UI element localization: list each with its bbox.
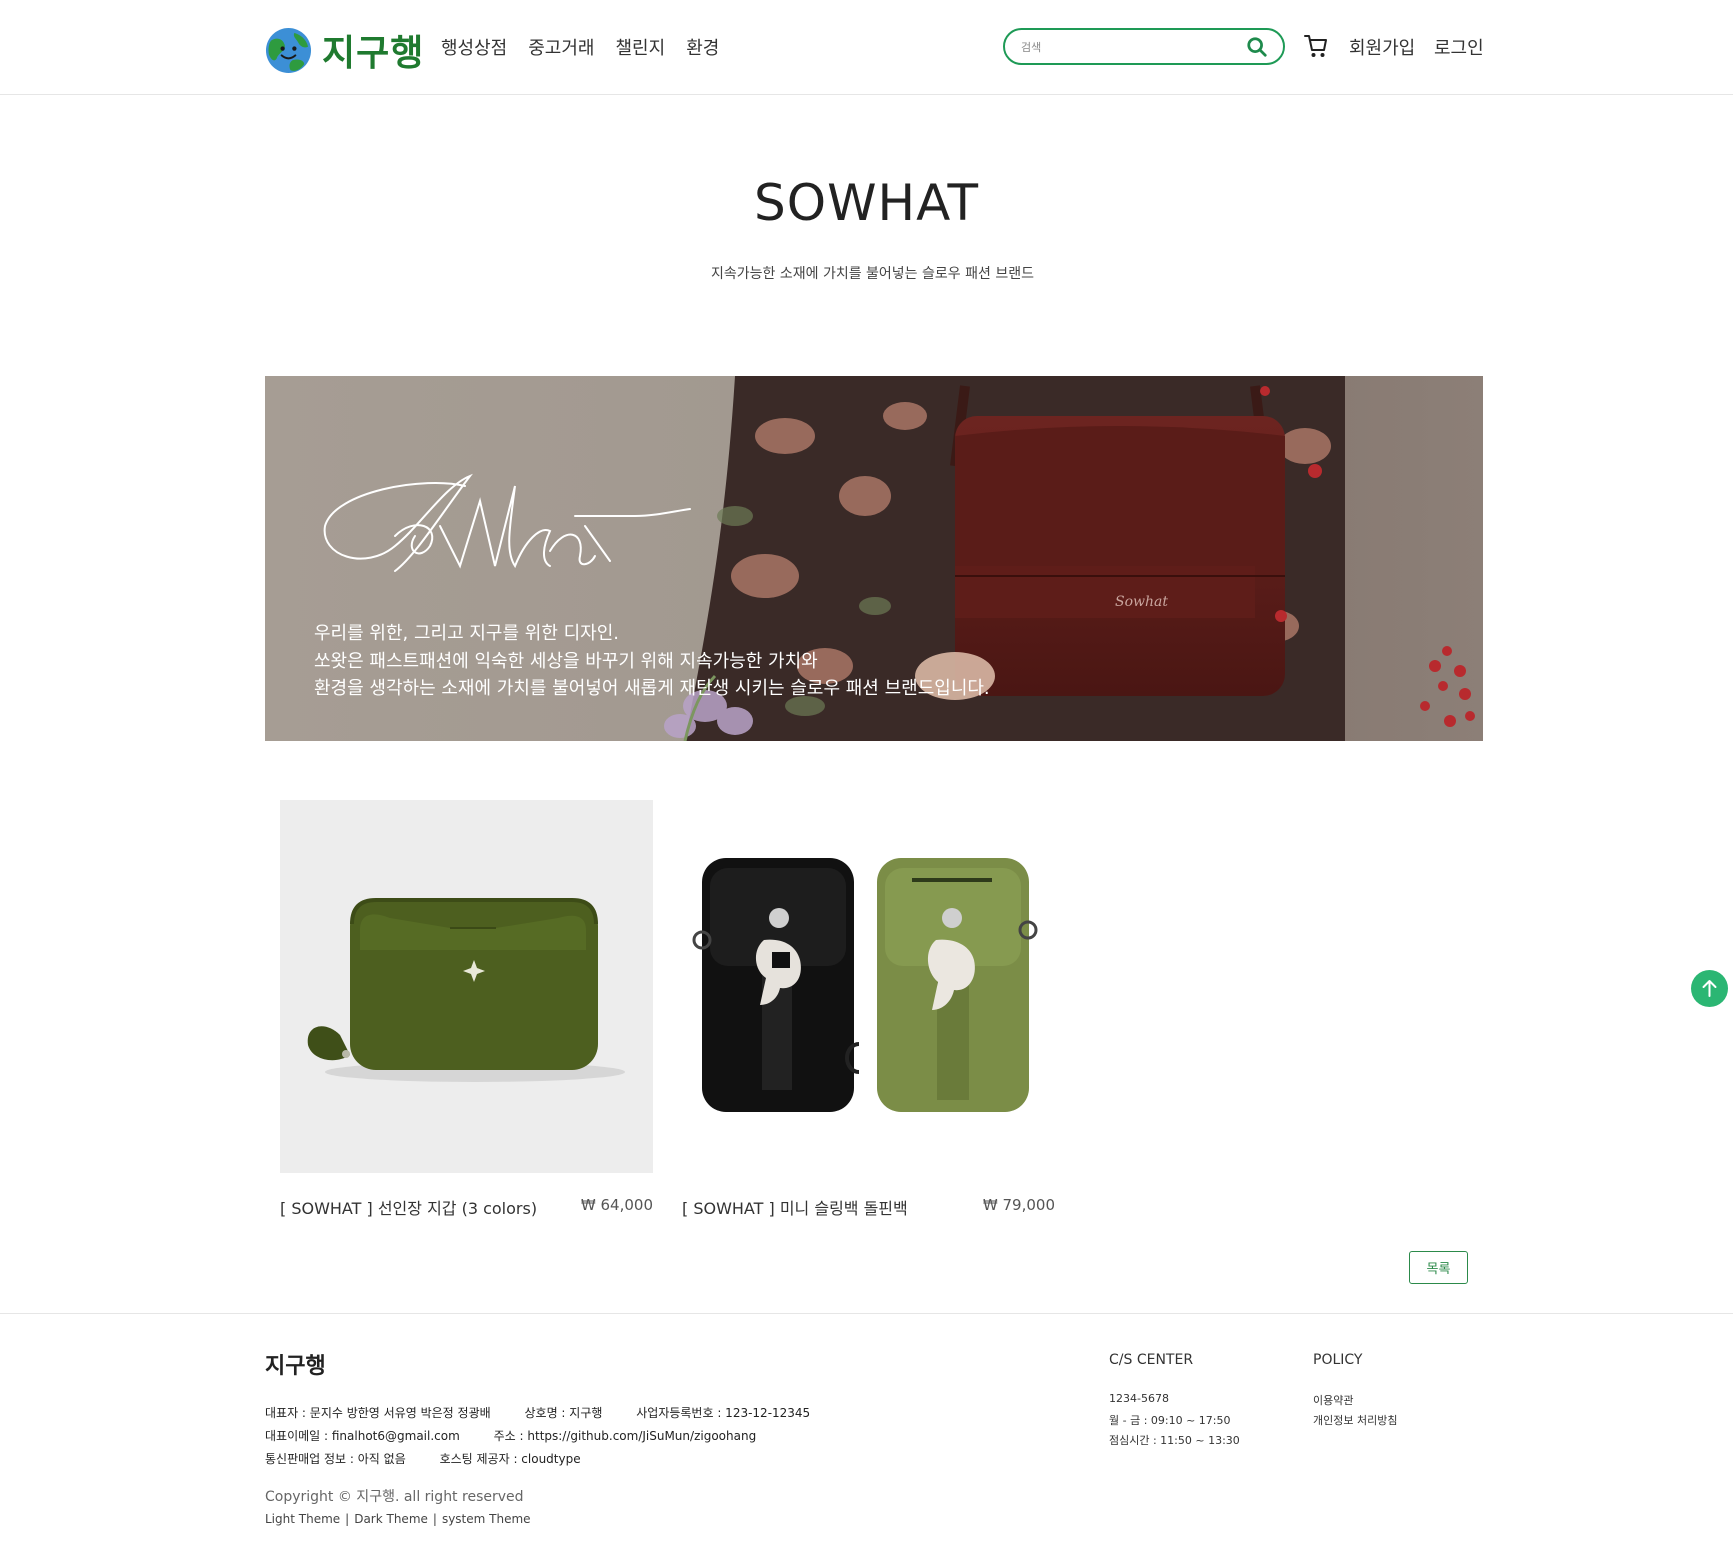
privacy-link[interactable]: 개인정보 처리방침 <box>1313 1412 1397 1428</box>
footer-address: 주소 : https://github.com/JiSuMun/zigoohan… <box>493 1429 757 1443</box>
banner-line: 쏘왓은 패스트패션에 익숙한 세상을 바꾸기 위해 지속가능한 가치와 <box>314 650 818 672</box>
footer-brand: 지구행 <box>265 1354 326 1379</box>
cart-icon[interactable] <box>1304 33 1328 59</box>
slingbag-image <box>682 800 1055 1173</box>
search-input[interactable] <box>1021 37 1241 57</box>
footer-info-row: 통신판매업 정보 : 아직 없음 호스팅 제공자 : cloudtype <box>265 1450 611 1467</box>
footer-telecom-info: 통신판매업 정보 : 아직 없음 <box>265 1452 406 1466</box>
svg-text:Sowhat: Sowhat <box>1115 594 1168 610</box>
footer-hosting: 호스팅 제공자 : cloudtype <box>439 1452 581 1466</box>
wallet-image <box>280 800 653 1173</box>
cs-phone: 1234-5678 <box>1109 1392 1169 1405</box>
terms-link[interactable]: 이용약관 <box>1313 1392 1353 1408</box>
footer-copyright: Copyright © 지구행. all right reserved <box>265 1489 524 1505</box>
search-box <box>1003 28 1285 65</box>
scroll-top-button[interactable] <box>1691 970 1728 1007</box>
nav-item-planet-shop[interactable]: 행성상점 <box>441 34 507 60</box>
nav-item-used-trade[interactable]: 중고거래 <box>528 34 594 60</box>
nav-item-environment[interactable]: 환경 <box>686 34 719 60</box>
brand-title: SOWHAT <box>754 174 979 232</box>
product-price: ₩ 79,000 <box>982 1196 1055 1214</box>
product-image-slingbag[interactable] <box>682 800 1055 1173</box>
product-price: ₩ 64,000 <box>580 1196 653 1214</box>
signup-link[interactable]: 회원가입 <box>1349 34 1415 60</box>
brand-subtitle: 지속가능한 소재에 가치를 불어넣는 슬로우 패션 브랜드 <box>711 266 1034 282</box>
nav-item-challenge[interactable]: 챌린지 <box>616 34 666 60</box>
footer-representatives: 대표자 : 문지수 방한영 서유영 박은정 정광배 <box>265 1406 491 1420</box>
banner-line: 환경을 생각하는 소재에 가치를 불어넣어 새롭게 재탄생 시키는 슬로우 패션… <box>314 678 990 699</box>
policy-title: POLICY <box>1313 1352 1363 1368</box>
footer-business-number: 사업자등록번호 : 123-12-12345 <box>636 1406 811 1420</box>
main-nav: 행성상점 중고거래 챌린지 환경 <box>441 34 740 60</box>
login-link[interactable]: 로그인 <box>1434 34 1484 60</box>
product-name: [ SOWHAT ] 선인장 지갑 (3 colors) <box>280 1199 538 1218</box>
footer-email: 대표이메일 : finalhot6@gmail.com <box>265 1429 460 1443</box>
cs-hours: 월 - 금 : 09:10 ~ 17:50 <box>1109 1414 1231 1427</box>
footer-info-row: 대표자 : 문지수 방한영 서유영 박은정 정광배 상호명 : 지구행 사업자등… <box>265 1404 840 1421</box>
site-header: 지구행 행성상점 중고거래 챌린지 환경 회원가입 로그인 <box>0 0 1733 95</box>
logo-text: 지구행 <box>322 33 425 74</box>
site-footer: 지구행 대표자 : 문지수 방한영 서유영 박은정 정광배 상호명 : 지구행 … <box>0 1313 1733 1566</box>
cs-lunch: 점심시간 : 11:50 ~ 13:30 <box>1109 1434 1240 1447</box>
product-image-wallet[interactable] <box>280 800 653 1173</box>
cs-center-title: C/S CENTER <box>1109 1352 1194 1368</box>
search-icon[interactable] <box>1246 36 1268 58</box>
light-theme-link[interactable]: Light Theme <box>265 1512 340 1526</box>
product-name: [ SOWHAT ] 미니 슬링백 돌핀백 <box>682 1199 908 1218</box>
banner-description: 우리를 위한, 그리고 지구를 위한 디자인. 쏘왓은 패스트패션에 익숙한 세… <box>314 620 990 703</box>
system-theme-link[interactable]: system Theme <box>442 1512 531 1526</box>
list-button[interactable]: 목록 <box>1409 1251 1468 1284</box>
globe-icon <box>265 27 312 73</box>
banner-line: 우리를 위한, 그리고 지구를 위한 디자인. <box>314 623 620 644</box>
footer-info-row: 대표이메일 : finalhot6@gmail.com 주소 : https:/… <box>265 1427 786 1444</box>
dark-theme-link[interactable]: Dark Theme <box>354 1512 428 1526</box>
arrow-up-icon <box>1702 980 1717 997</box>
theme-switcher: Light Theme | Dark Theme | system Theme <box>265 1512 531 1526</box>
brand-banner: Sowhat 우리를 위한, 그리고 지구를 위한 디자인. 쏘왓은 패스트패션… <box>265 376 1483 741</box>
logo-link[interactable]: 지구행 <box>265 24 424 76</box>
footer-company-name: 상호명 : 지구행 <box>524 1406 603 1420</box>
